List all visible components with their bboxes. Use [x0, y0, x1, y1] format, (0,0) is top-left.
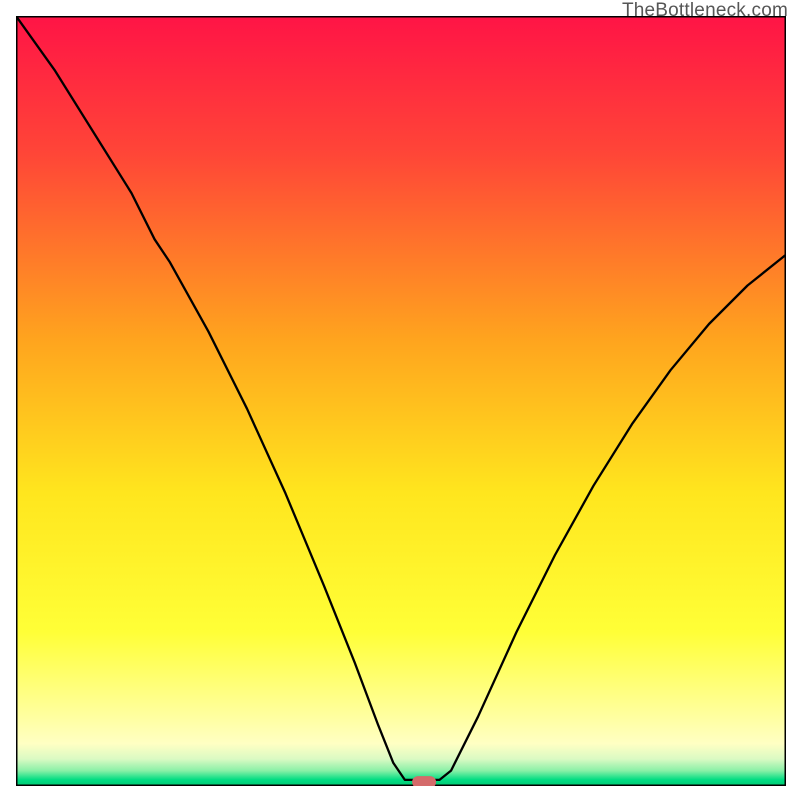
watermark-text: TheBottleneck.com [622, 0, 788, 22]
chart-svg [16, 16, 786, 786]
optimal-marker [412, 776, 436, 786]
chart-canvas: TheBottleneck.com [0, 0, 800, 800]
gradient-background [16, 16, 786, 786]
plot-area [16, 16, 786, 786]
